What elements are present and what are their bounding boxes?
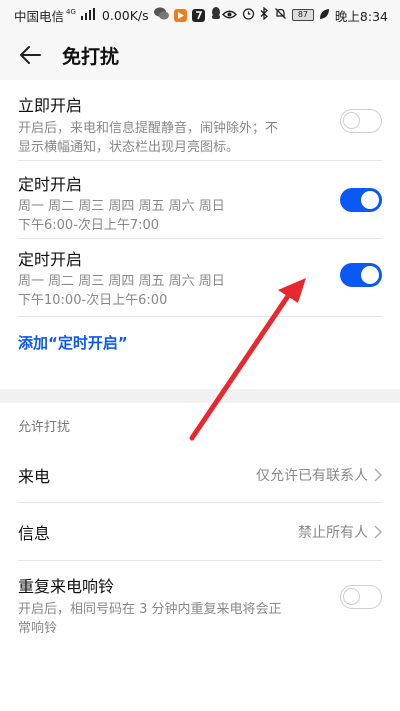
allow-section-header: 允许打扰 bbox=[18, 419, 71, 435]
carrier-label: 中国电信 bbox=[14, 8, 65, 24]
immediate-on-desc-1: 开启后，来电和信息提醒静音，闹钟除外；不 bbox=[18, 121, 279, 136]
qq-icon bbox=[210, 7, 222, 23]
status-bar: 中国电信 4G 0.00K/s 87 晚上8:34 bbox=[0, 0, 400, 30]
schedule-days: 周一 周二 周三 周四 周五 周六 周日 bbox=[18, 199, 225, 214]
app-icon bbox=[191, 8, 205, 22]
toolbar: 免打扰 bbox=[0, 30, 400, 80]
messages-label: 信息 bbox=[18, 523, 51, 543]
schedule-title: 定时开启 bbox=[18, 250, 83, 269]
repeat-calls-desc-1: 开启后，相同号码在 3 分钟内重复来电将会正 bbox=[18, 602, 282, 617]
back-button[interactable] bbox=[0, 30, 56, 80]
settings-list: 立即开启 开启后，来电和信息提醒静音，闹钟除外；不 显示横幅通知，状态栏出现月亮… bbox=[0, 80, 400, 641]
wechat-icon bbox=[153, 7, 169, 23]
messages-value: 禁止所有人 bbox=[298, 524, 368, 541]
immediate-on-toggle[interactable] bbox=[340, 109, 382, 133]
add-schedule-link[interactable]: 添加“定时开启” bbox=[18, 317, 400, 367]
page-title: 免打扰 bbox=[62, 45, 120, 68]
eye-comfort-icon bbox=[221, 8, 237, 23]
status-time: 晚上8:34 bbox=[334, 8, 388, 24]
messages-row[interactable]: 信息 禁止所有人 bbox=[18, 503, 382, 561]
repeat-calls-toggle[interactable] bbox=[340, 585, 382, 609]
back-arrow-icon bbox=[20, 46, 41, 64]
schedule-title: 定时开启 bbox=[18, 175, 83, 194]
schedule-days: 周一 周二 周三 周四 周五 周六 周日 bbox=[18, 274, 225, 289]
section-divider bbox=[0, 389, 400, 403]
calls-row[interactable]: 来电 仅允许已有联系人 bbox=[18, 447, 382, 503]
signal-icon bbox=[80, 7, 95, 23]
repeat-calls-desc-2: 常响铃 bbox=[18, 621, 58, 636]
network-tag: 4G bbox=[66, 8, 76, 16]
immediate-on-title: 立即开启 bbox=[18, 96, 83, 115]
repeat-calls-row[interactable]: 重复来电响铃 开启后，相同号码在 3 分钟内重复来电将会正 常响铃 bbox=[18, 561, 382, 641]
schedule-toggle[interactable] bbox=[340, 188, 382, 212]
immediate-on-row[interactable]: 立即开启 开启后，来电和信息提醒静音，闹钟除外；不 显示横幅通知，状态栏出现月亮… bbox=[18, 80, 382, 161]
schedule-row[interactable]: 定时开启 周一 周二 周三 周四 周五 周六 周日 下午10:00-次日上午6:… bbox=[18, 239, 382, 317]
schedule-toggle[interactable] bbox=[340, 263, 382, 287]
battery-icon: 87 bbox=[291, 9, 314, 21]
video-app-icon bbox=[173, 8, 187, 22]
schedule-time: 下午6:00-次日上午7:00 bbox=[18, 218, 160, 233]
calls-label: 来电 bbox=[18, 466, 51, 486]
mute-bell-icon bbox=[274, 7, 287, 23]
network-speed: 0.00K/s bbox=[101, 7, 149, 23]
chevron-right-icon bbox=[374, 468, 382, 481]
bluetooth-icon bbox=[260, 6, 269, 23]
schedule-time: 下午10:00-次日上午6:00 bbox=[18, 293, 168, 308]
chevron-right-icon bbox=[374, 525, 382, 538]
alarm-icon bbox=[242, 7, 255, 23]
schedule-row[interactable]: 定时开启 周一 周二 周三 周四 周五 周六 周日 下午6:00-次日上午7:0… bbox=[18, 161, 382, 239]
leaf-icon bbox=[319, 8, 330, 23]
immediate-on-desc-2: 显示横幅通知，状态栏出现月亮图标。 bbox=[18, 140, 240, 155]
calls-value: 仅允许已有联系人 bbox=[256, 467, 368, 484]
repeat-calls-title: 重复来电响铃 bbox=[18, 577, 115, 596]
